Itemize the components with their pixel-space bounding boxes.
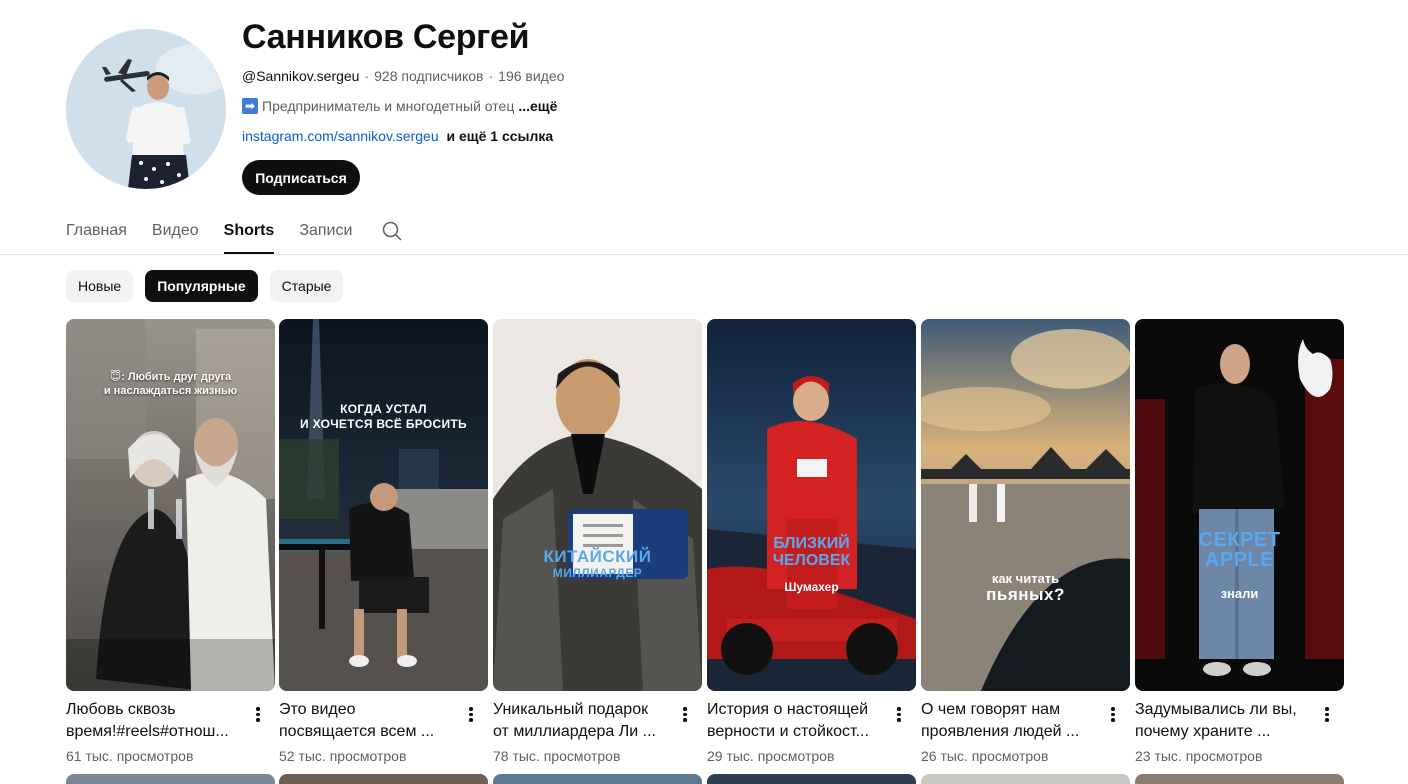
channel-avatar[interactable] xyxy=(66,29,226,189)
arrow-right-icon: ➡ xyxy=(242,98,258,114)
more-actions-icon[interactable] xyxy=(248,705,268,725)
short-title[interactable]: Любовь сквозь время!#reels#отнош... xyxy=(66,699,244,743)
meta-separator: · xyxy=(364,68,370,84)
next-row-thumbnail[interactable] xyxy=(921,774,1130,784)
view-count: 26 тыс. просмотров xyxy=(921,748,1049,764)
short-title-line: Задумывались ли вы, xyxy=(1135,701,1297,718)
short-title-line: О чем говорят нам xyxy=(921,701,1061,718)
view-count: 29 тыс. просмотров xyxy=(707,748,835,764)
next-row-thumbnail[interactable] xyxy=(1135,774,1344,784)
more-actions-icon[interactable] xyxy=(461,705,481,725)
short-thumbnail[interactable]: СЕКРЕТ APPLE знали xyxy=(1135,319,1344,691)
overlay-text: пьяных? xyxy=(986,585,1065,604)
short-thumbnail[interactable]: КИТАЙСКИЙ МИЛЛИАРДЕР xyxy=(493,319,702,691)
short-title[interactable]: Задумывались ли вы, почему храните ... xyxy=(1135,699,1313,743)
description-more-link[interactable]: ...ещё xyxy=(518,98,557,114)
next-row-thumbnail[interactable] xyxy=(279,774,488,784)
more-actions-icon[interactable] xyxy=(675,705,695,725)
meta-separator: · xyxy=(488,68,494,84)
overlay-text: APPLE xyxy=(1204,549,1275,571)
view-count: 23 тыс. просмотров xyxy=(1135,748,1263,764)
channel-handle: @Sannikov.sergeu xyxy=(242,68,360,84)
search-icon[interactable] xyxy=(382,221,402,241)
overlay-text: КОГДА УСТАЛ xyxy=(340,402,427,416)
overlay-text: СЕКРЕТ xyxy=(1198,529,1281,551)
next-row-thumbnail[interactable] xyxy=(66,774,275,784)
tab-posts[interactable]: Записи xyxy=(299,214,352,254)
overlay-text: БЛИЗКИЙ xyxy=(773,535,850,552)
short-thumbnail[interactable]: КОГДА УСТАЛ И ХОЧЕТСЯ ВСЁ БРОСИТЬ xyxy=(279,319,488,691)
more-actions-icon[interactable] xyxy=(1103,705,1123,725)
more-links-button[interactable]: и ещё 1 ссылка xyxy=(447,128,554,144)
short-title[interactable]: О чем говорят нам проявления людей ... xyxy=(921,699,1099,743)
view-count: 52 тыс. просмотров xyxy=(279,748,407,764)
short-thumbnail[interactable]: 😇: Любить друг друга и наслаждаться жизн… xyxy=(66,319,275,691)
short-title-line: Уникальный подарок xyxy=(493,701,649,718)
short-title[interactable]: История о настоящей верности и стойкост.… xyxy=(707,699,885,743)
tab-shorts[interactable]: Shorts xyxy=(223,214,274,254)
short-title-line: верности и стойкост... xyxy=(707,723,869,740)
short-title-line: Это видео xyxy=(279,701,356,718)
short-title[interactable]: Уникальный подарок от миллиардера Ли ... xyxy=(493,699,671,743)
chip-popular[interactable]: Популярные xyxy=(145,270,258,302)
video-count: 196 видео xyxy=(498,68,565,84)
channel-links: instagram.com/sannikov.sergeu и ещё 1 сс… xyxy=(242,128,553,144)
next-row-thumbnail[interactable] xyxy=(493,774,702,784)
more-actions-icon[interactable] xyxy=(889,705,909,725)
overlay-text: и наслаждаться жизнью xyxy=(103,385,238,397)
overlay-text: ЧЕЛОВЕК xyxy=(772,552,851,569)
short-title-line: от миллиардера Ли ... xyxy=(493,723,656,740)
tab-home[interactable]: Главная xyxy=(66,214,127,254)
tab-videos[interactable]: Видео xyxy=(152,214,199,254)
more-actions-icon[interactable] xyxy=(1317,705,1337,725)
overlay-text: КИТАЙСКИЙ xyxy=(543,547,652,566)
short-title-line: посвящается всем ... xyxy=(279,723,435,740)
overlay-text: 😇: Любить друг друга xyxy=(109,371,232,383)
short-title-line: почему храните ... xyxy=(1135,723,1271,740)
overlay-text: И ХОЧЕТСЯ ВСЁ БРОСИТЬ xyxy=(300,417,467,431)
short-title[interactable]: Это видео посвящается всем ... xyxy=(279,699,457,743)
next-row-thumbnail[interactable] xyxy=(707,774,916,784)
chip-oldest[interactable]: Старые xyxy=(269,270,344,302)
view-count: 78 тыс. просмотров xyxy=(493,748,621,764)
short-title-line: История о настоящей xyxy=(707,701,869,718)
short-title-line: Любовь сквозь xyxy=(66,701,176,718)
channel-tabs: Главная Видео Shorts Записи xyxy=(66,214,377,254)
short-thumbnail[interactable]: БЛИЗКИЙ ЧЕЛОВЕК Шумахер xyxy=(707,319,916,691)
subscriber-count: 928 подписчиков xyxy=(374,68,484,84)
short-title-line: проявления людей ... xyxy=(921,723,1080,740)
instagram-link[interactable]: instagram.com/sannikov.sergeu xyxy=(242,128,439,144)
sort-chips: Новые Популярные Старые xyxy=(66,270,355,302)
channel-name: Санников Сергей xyxy=(242,18,530,56)
short-thumbnail[interactable]: как читать пьяных? xyxy=(921,319,1130,691)
channel-description[interactable]: ➡ Предприниматель и многодетный отец ...… xyxy=(242,98,557,114)
chip-newest[interactable]: Новые xyxy=(66,270,134,302)
overlay-text: знали xyxy=(1220,586,1259,601)
description-text: Предприниматель и многодетный отец xyxy=(262,98,515,114)
overlay-text: МИЛЛИАРДЕР xyxy=(552,566,643,580)
tabs-divider xyxy=(0,254,1408,255)
subscribe-button[interactable]: Подписаться xyxy=(242,160,360,195)
channel-meta: @Sannikov.sergeu · 928 подписчиков · 196 вид… xyxy=(242,68,564,84)
view-count: 61 тыс. просмотров xyxy=(66,748,194,764)
overlay-text: Шумахер xyxy=(784,580,839,594)
short-title-line: время!#reels#отнош... xyxy=(66,723,229,740)
